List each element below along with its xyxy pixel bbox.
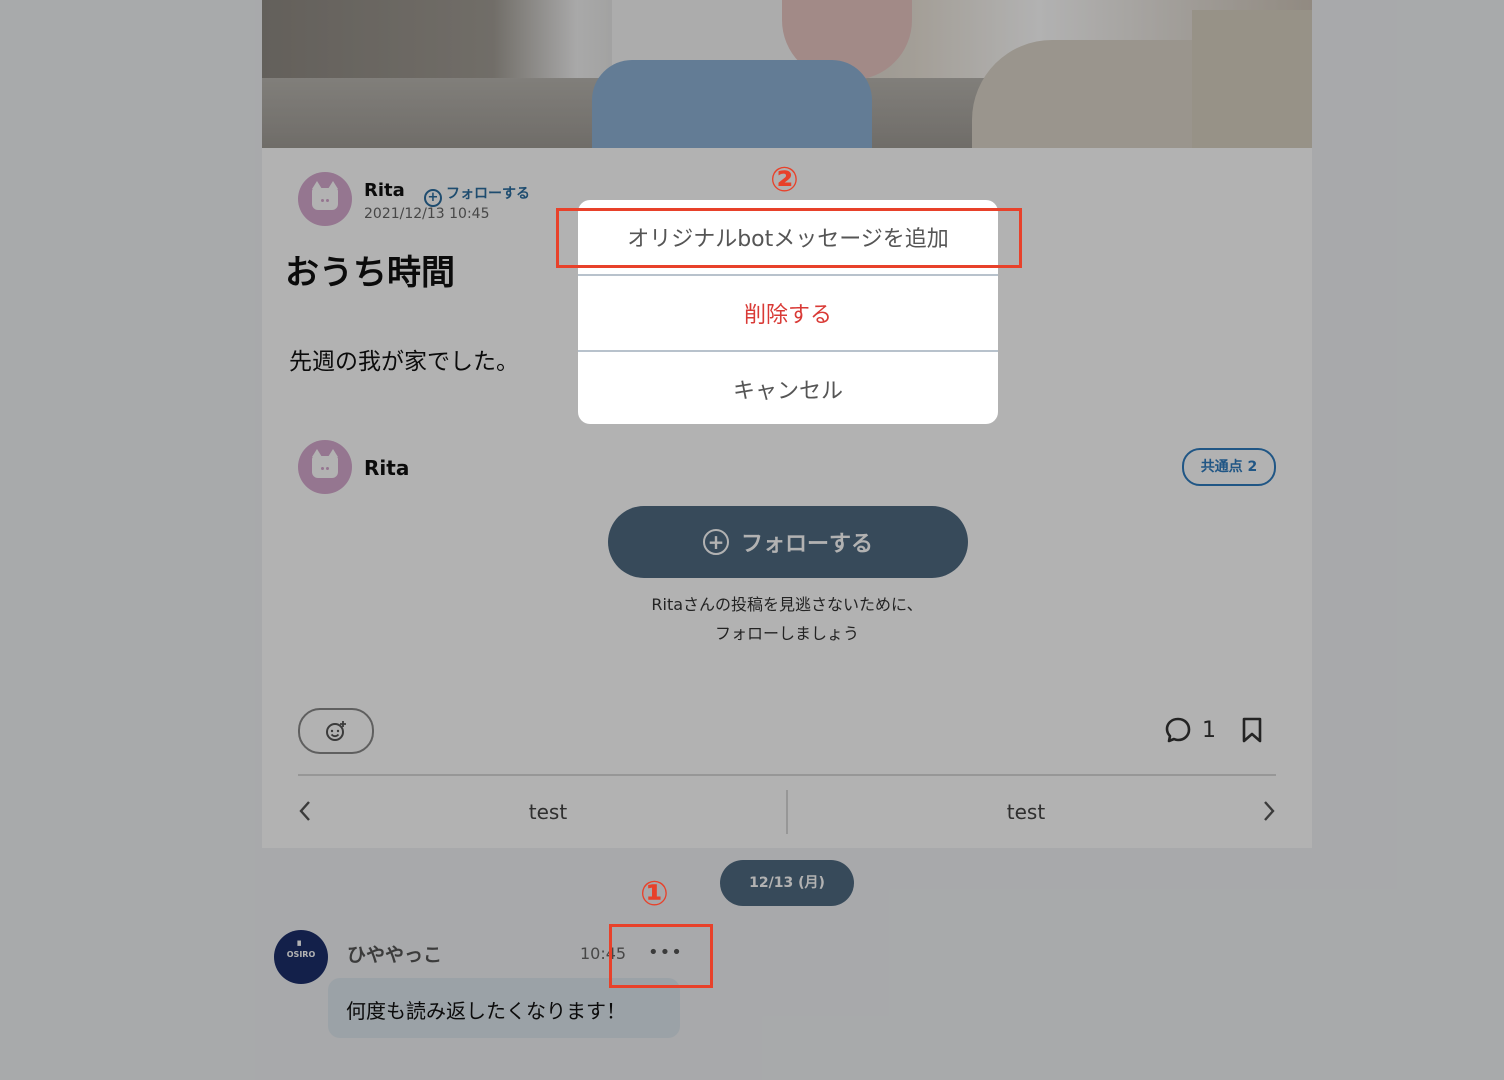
annotation-step2: ② — [770, 160, 799, 200]
annotation-box-step2 — [556, 208, 1022, 268]
annotation-box-step1 — [609, 924, 713, 988]
modal-overlay[interactable] — [0, 0, 1504, 1080]
cancel-option[interactable]: キャンセル — [578, 350, 998, 424]
page: Rita + フォローする 2021/12/13 10:45 おうち時間 先週の我… — [0, 0, 1504, 1080]
delete-option[interactable]: 削除する — [578, 274, 998, 350]
annotation-step1: ① — [640, 874, 669, 914]
